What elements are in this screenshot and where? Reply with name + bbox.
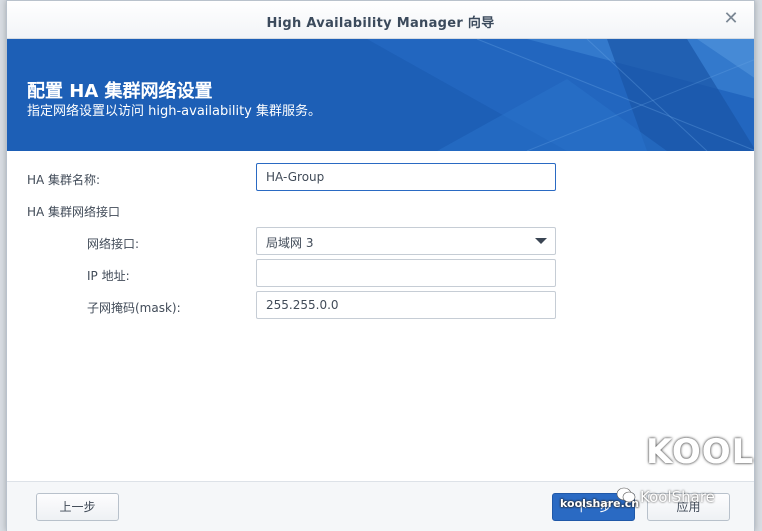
ip-address-label: IP 地址: <box>87 269 130 283</box>
window-title: High Availability Manager 向导 <box>266 16 495 31</box>
wizard-dialog: High Availability Manager 向导 ✕ 配置 HA 集群网… <box>6 0 755 531</box>
apply-button[interactable]: 应用 <box>647 493 730 521</box>
ip-address-input[interactable] <box>256 259 556 287</box>
chevron-down-icon <box>535 238 547 244</box>
network-interface-select[interactable]: 局域网 3 <box>256 227 556 255</box>
cluster-name-label: HA 集群名称: <box>27 173 101 187</box>
cluster-network-section-label: HA 集群网络接口 <box>27 205 121 219</box>
cluster-name-input[interactable]: HA-Group <box>256 163 556 191</box>
header-banner: 配置 HA 集群网络设置 指定网络设置以访问 high-availability… <box>7 39 754 151</box>
back-button[interactable]: 上一步 <box>36 493 119 521</box>
page-subheading: 指定网络设置以访问 high-availability 集群服务。 <box>27 104 321 119</box>
close-icon[interactable]: ✕ <box>722 10 740 28</box>
subnet-mask-value: 255.255.0.0 <box>266 298 339 312</box>
dialog-footer: 上一步 下一步 应用 <box>7 481 754 531</box>
network-interface-value: 局域网 3 <box>266 236 314 250</box>
subnet-mask-input[interactable]: 255.255.0.0 <box>256 291 556 319</box>
subnet-mask-label: 子网掩码(mask): <box>87 301 181 315</box>
next-button[interactable]: 下一步 <box>552 493 635 521</box>
cluster-name-value: HA-Group <box>266 170 325 184</box>
title-bar[interactable]: High Availability Manager 向导 ✕ <box>7 1 754 39</box>
background-right <box>754 0 762 531</box>
network-interface-label: 网络接口: <box>87 237 140 251</box>
